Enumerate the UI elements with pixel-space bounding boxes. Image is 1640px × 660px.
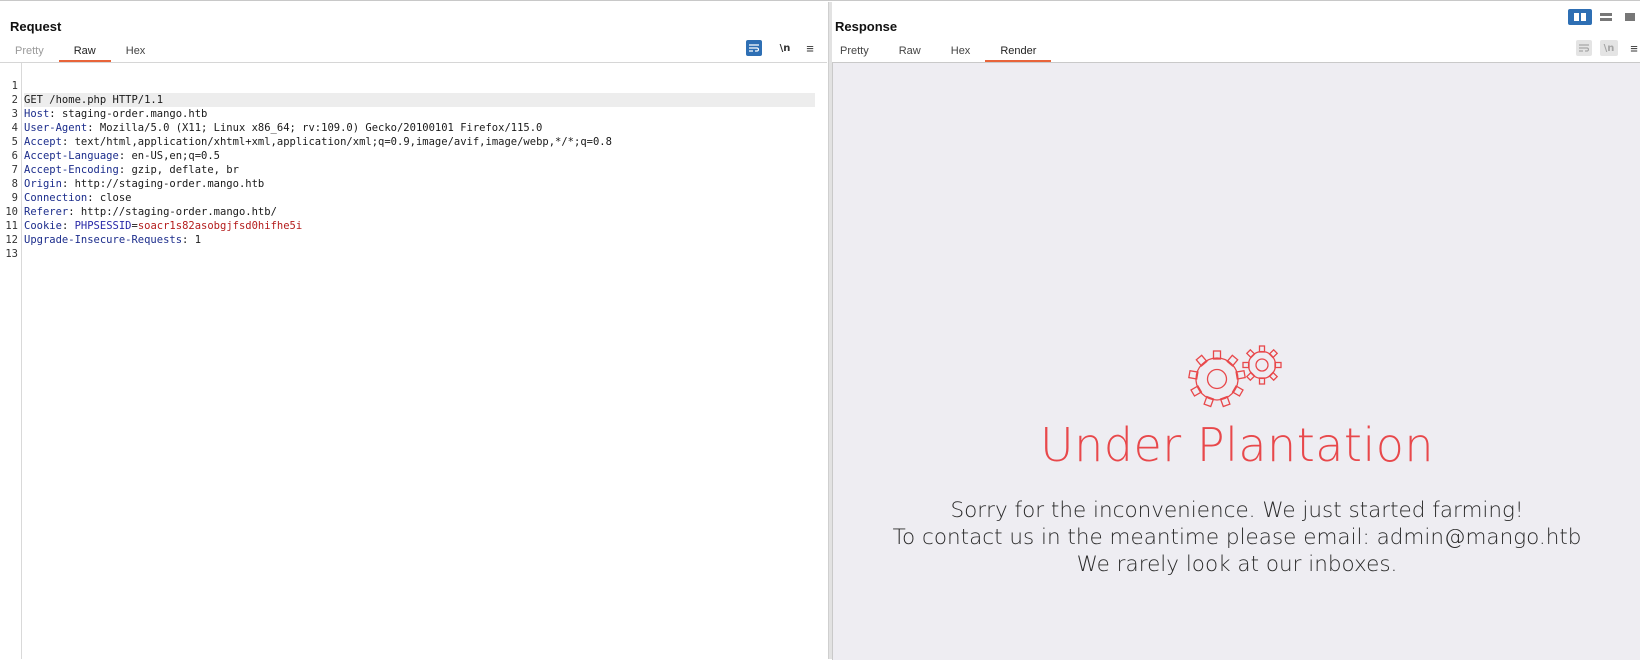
show-newlines-button[interactable]: \n bbox=[1600, 40, 1618, 56]
message-line: We rarely look at our inboxes. bbox=[1076, 552, 1398, 577]
top-border bbox=[0, 0, 1640, 1]
word-wrap-button[interactable] bbox=[746, 40, 762, 56]
request-tabs: Pretty Raw Hex bbox=[0, 41, 161, 62]
response-title: Response bbox=[835, 19, 898, 34]
split-vertical-icon[interactable] bbox=[1594, 9, 1618, 25]
split-horizontal-icon[interactable] bbox=[1568, 9, 1592, 25]
empty-line: 13 bbox=[0, 233, 815, 260]
header-line: 3 User-Agent: Mozilla/5.0 (X11; Linux x8… bbox=[0, 93, 815, 134]
tabs-icon[interactable] bbox=[1618, 9, 1640, 25]
gears-icon bbox=[1188, 345, 1282, 408]
cookie-line: 10 Cookie: PHPSESSID=soacr1s82asobgjfsd0… bbox=[0, 191, 815, 232]
page-headline: Under Plantation bbox=[1039, 418, 1435, 472]
split-vertical-glyph bbox=[1600, 13, 1612, 21]
header-line: 4 Accept: text/html,application/xhtml+xm… bbox=[0, 107, 815, 148]
tab-hex[interactable]: Hex bbox=[111, 41, 161, 61]
header-line: 9 Referer: http://staging-order.mango.ht… bbox=[0, 177, 815, 218]
header-line: 11 Upgrade-Insecure-Requests: 1 bbox=[0, 205, 815, 246]
tab-hex[interactable]: Hex bbox=[936, 41, 986, 61]
request-editor[interactable]: 1 GET /home.php HTTP/1.1 2 Host: staging… bbox=[0, 63, 815, 659]
request-panel: Request Pretty Raw Hex \n ≡ 1 GET /home.… bbox=[0, 2, 827, 659]
tab-raw[interactable]: Raw bbox=[884, 41, 936, 61]
tab-raw[interactable]: Raw bbox=[58, 41, 111, 62]
hamburger-menu-icon[interactable]: ≡ bbox=[1627, 40, 1640, 56]
response-panel: Response Pretty Raw Hex Render \n ≡ Unde… bbox=[832, 2, 1640, 660]
line-number: 13 bbox=[5, 248, 18, 260]
message-line: To contact us in the meantime please ema… bbox=[892, 525, 1582, 550]
header-line: 2 Host: staging-order.mango.htb bbox=[0, 79, 815, 120]
render-view: Under Plantation Sorry for the inconveni… bbox=[832, 62, 1640, 660]
message-line: Sorry for the inconvenience. We just sta… bbox=[950, 498, 1524, 523]
tab-render[interactable]: Render bbox=[985, 41, 1052, 62]
split-horizontal-glyph bbox=[1574, 13, 1586, 21]
header-line: 7 Origin: http://staging-order.mango.htb bbox=[0, 149, 815, 190]
request-title: Request bbox=[10, 19, 62, 34]
header-line: 8 Connection: close bbox=[0, 163, 815, 204]
word-wrap-button[interactable] bbox=[1576, 40, 1592, 56]
hamburger-menu-icon[interactable]: ≡ bbox=[803, 40, 817, 56]
tab-pretty[interactable]: Pretty bbox=[825, 41, 884, 61]
show-newlines-button[interactable]: \n bbox=[776, 40, 794, 56]
response-tabs: Pretty Raw Hex Render bbox=[825, 41, 1052, 62]
request-line: 1 GET /home.php HTTP/1.1 bbox=[0, 65, 815, 107]
header-line: 5 Accept-Language: en-US,en;q=0.5 bbox=[0, 121, 815, 162]
word-wrap-icon bbox=[1579, 43, 1589, 52]
tabs-glyph bbox=[1625, 13, 1635, 21]
word-wrap-icon bbox=[749, 43, 759, 52]
empty-line: 12 bbox=[0, 219, 815, 246]
header-line: 6 Accept-Encoding: gzip, deflate, br bbox=[0, 135, 815, 176]
tab-pretty[interactable]: Pretty bbox=[0, 41, 59, 61]
